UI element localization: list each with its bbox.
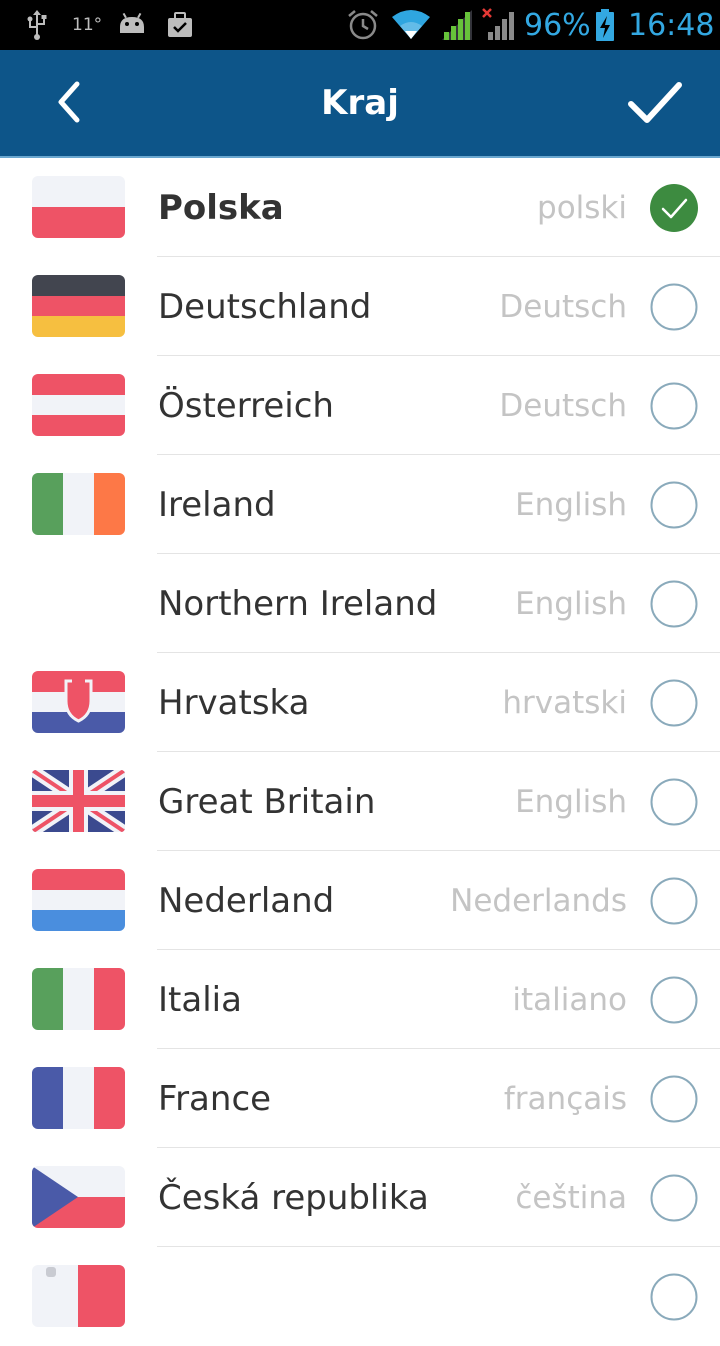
country-name: Ireland (158, 484, 276, 525)
list-item[interactable]: Deutschland Deutsch (0, 257, 720, 356)
germany-flag-icon (32, 275, 125, 337)
radio-button[interactable] (650, 877, 698, 925)
list-item[interactable]: Česká republika čeština (0, 1148, 720, 1247)
radio-button[interactable] (650, 283, 698, 331)
country-language: Nederlands (450, 882, 627, 919)
check-icon (628, 82, 682, 123)
country-name: Deutschland (158, 286, 372, 327)
netherlands-flag-icon (32, 869, 125, 931)
list-item[interactable]: Österreich Deutsch (0, 356, 720, 455)
radio-button[interactable] (650, 679, 698, 727)
czech-flag-icon (32, 1166, 125, 1228)
list-item[interactable]: Ireland English (0, 455, 720, 554)
signal-icon (440, 0, 474, 50)
country-language: hrvatski (502, 684, 627, 721)
battery-percentage: 96% (524, 7, 591, 43)
country-language: čeština (515, 1179, 627, 1216)
radio-button[interactable] (650, 1174, 698, 1222)
app-bar: Kraj (0, 50, 720, 156)
country-name: Österreich (158, 385, 334, 426)
country-language: English (515, 486, 627, 523)
country-name: Italia (158, 979, 242, 1020)
austria-flag-icon (32, 374, 125, 436)
partial-flag-icon (32, 1265, 125, 1327)
list-item[interactable]: Hrvatska hrvatski (0, 653, 720, 752)
radio-button[interactable] (650, 778, 698, 826)
radio-button[interactable] (650, 382, 698, 430)
confirm-button[interactable] (620, 68, 690, 138)
radio-button[interactable] (650, 1075, 698, 1123)
radio-button[interactable] (650, 481, 698, 529)
page-title: Kraj (321, 83, 399, 123)
country-language: français (503, 1080, 627, 1117)
signal-no-data-icon (482, 0, 518, 50)
country-name: Northern Ireland (158, 583, 438, 624)
list-item[interactable]: Italia italiano (0, 950, 720, 1049)
usb-icon (24, 0, 50, 50)
country-name: Polska (158, 187, 284, 228)
list-item[interactable]: Northern Ireland English (0, 554, 720, 653)
italy-flag-icon (32, 968, 125, 1030)
list-item[interactable]: Great Britain English (0, 752, 720, 851)
country-language: polski (537, 189, 627, 226)
selected-check-icon[interactable] (650, 184, 698, 232)
list-item[interactable]: Nederland Nederlands (0, 851, 720, 950)
radio-button[interactable] (650, 580, 698, 628)
country-list: Polska polski Deutschland Deutsch Österr… (0, 158, 720, 1346)
country-name: Hrvatska (158, 682, 310, 723)
briefcase-icon (166, 0, 194, 50)
clock: 16:48 (628, 7, 715, 43)
country-language: italiano (512, 981, 627, 1018)
status-bar: 11° 96% 16:48 (0, 0, 720, 50)
country-name: France (158, 1078, 272, 1119)
temperature-readout: 11° (72, 15, 103, 35)
radio-button[interactable] (650, 1273, 698, 1321)
country-name: Nederland (158, 880, 335, 921)
country-language: Deutsch (499, 288, 627, 325)
wifi-icon (390, 0, 432, 50)
country-language: English (515, 783, 627, 820)
country-name: Great Britain (158, 781, 376, 822)
ireland-flag-icon (32, 473, 125, 535)
country-name: Česká republika (158, 1177, 429, 1218)
france-flag-icon (32, 1067, 125, 1129)
country-language: Deutsch (499, 387, 627, 424)
android-icon (116, 0, 148, 50)
list-item[interactable]: France français (0, 1049, 720, 1148)
croatia-flag-icon (32, 671, 125, 733)
poland-flag-icon (32, 176, 125, 238)
battery-charging-icon (594, 0, 616, 50)
list-item[interactable] (0, 1247, 720, 1346)
list-item[interactable]: Polska polski (0, 158, 720, 257)
radio-button[interactable] (650, 976, 698, 1024)
country-language: English (515, 585, 627, 622)
uk-flag-icon (32, 770, 125, 832)
alarm-icon (346, 0, 380, 50)
